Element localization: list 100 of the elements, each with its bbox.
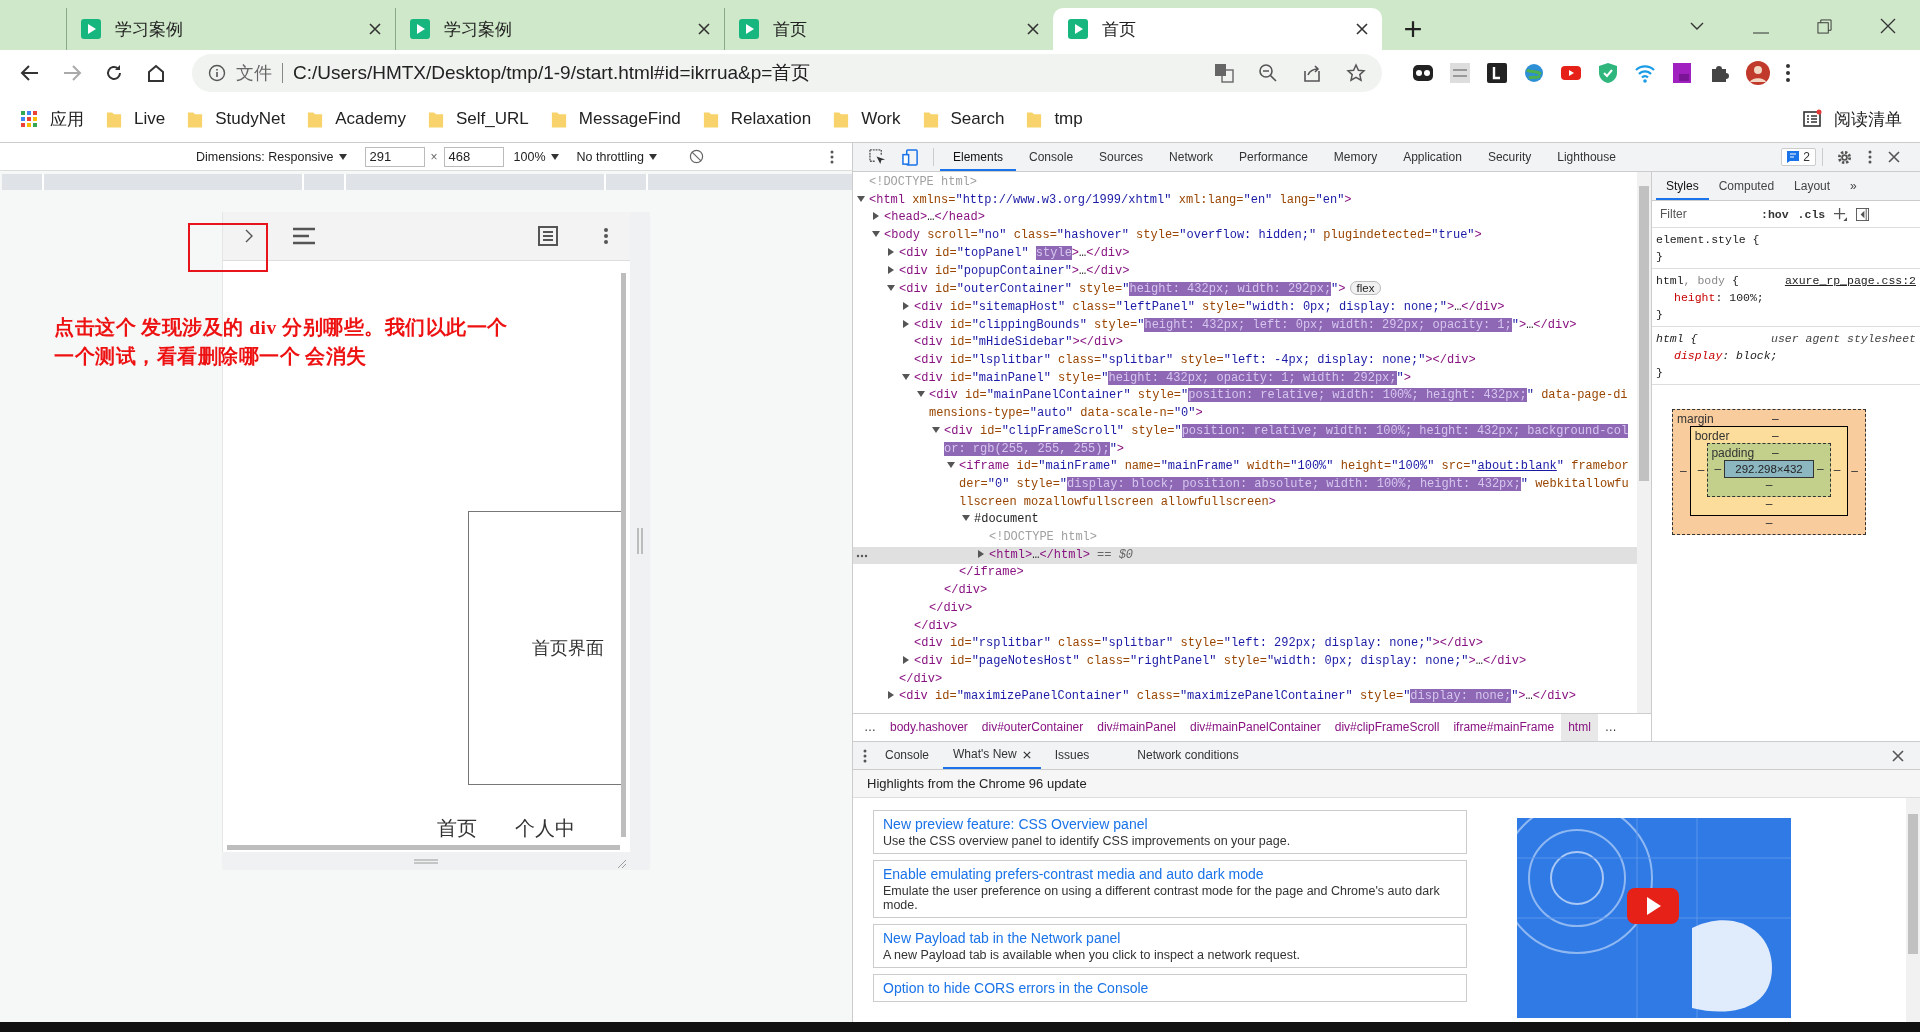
breadcrumb[interactable]: div#mainPanel <box>1090 714 1183 741</box>
expanded-triangle-icon[interactable] <box>947 461 955 470</box>
dom-node-line[interactable]: </iframe> <box>853 564 1637 583</box>
bookmark[interactable]: MessageFind <box>550 109 681 129</box>
resize-handle-icon[interactable] <box>637 528 643 554</box>
close-icon[interactable] <box>1880 18 1896 34</box>
browser-tab[interactable]: 首页 <box>724 8 1053 50</box>
bookmark[interactable]: Live <box>106 109 166 129</box>
dom-node-line[interactable]: <div id="outerContainer" style="height: 432px; width: 292px;"> flex <box>853 280 1637 299</box>
drawer-tab[interactable]: Console <box>875 742 940 769</box>
extension-icon[interactable] <box>1412 62 1434 84</box>
bookmark[interactable]: StudyNet <box>187 109 286 129</box>
breadcrumb-more[interactable]: … <box>1597 714 1624 741</box>
shield-icon[interactable] <box>1597 62 1619 84</box>
dom-node-line[interactable]: <div id="maximizePanelContainer" class="maximizePanelContainer" style="display: none;">…</div> <box>853 688 1637 707</box>
close-icon[interactable] <box>1892 749 1904 762</box>
rotate-icon[interactable] <box>688 149 704 164</box>
dom-node-line[interactable]: <div id="mHideSidebar"></div> <box>853 334 1637 353</box>
css-declaration[interactable]: height: 100%; <box>1656 289 1916 306</box>
close-icon[interactable] <box>698 23 710 35</box>
stylesheet-link[interactable]: axure_rp_page.css:2 <box>1784 272 1916 289</box>
breadcrumb-more[interactable]: … <box>857 714 883 741</box>
dom-node-line[interactable]: <head>…</head> <box>853 209 1637 228</box>
kebab-icon[interactable] <box>1786 64 1790 82</box>
expanded-triangle-icon[interactable] <box>932 425 940 434</box>
breadcrumb[interactable]: body.hashover <box>883 714 975 741</box>
menu-icon[interactable] <box>293 227 315 245</box>
dom-node-line[interactable]: <body scroll="no" class="hashover" style="overflow: hidden;" plugindetected="true"> <box>853 227 1637 245</box>
zoom-out-icon[interactable] <box>1258 63 1278 83</box>
drawer-tab[interactable]: Issues <box>1044 742 1100 769</box>
devtools-tab[interactable]: Console <box>1016 143 1087 171</box>
zoom-dropdown[interactable]: 100% <box>513 149 559 164</box>
css-declaration[interactable]: display: block; <box>1656 347 1916 364</box>
bookmark[interactable]: Academy <box>307 109 406 129</box>
bookmark[interactable]: Search <box>922 109 1005 129</box>
device-toggle-icon[interactable] <box>902 148 919 166</box>
sidebar-toggle-icon[interactable] <box>1856 207 1870 221</box>
dom-node-line[interactable]: </div> <box>853 617 1637 636</box>
breadcrumb[interactable]: html <box>1561 714 1598 741</box>
collapsed-triangle-icon[interactable] <box>902 319 910 328</box>
scrollbar[interactable] <box>1906 798 1920 1022</box>
plus-icon[interactable] <box>1834 207 1848 221</box>
bookmark[interactable]: Work <box>833 109 901 129</box>
devtools-tab[interactable]: Network <box>1156 143 1227 171</box>
width-field[interactable]: 291 <box>364 146 425 167</box>
dom-node-line[interactable]: </div> <box>853 599 1637 618</box>
nav-link[interactable]: 个人中 <box>515 815 575 842</box>
kebab-icon[interactable] <box>863 748 867 763</box>
scrollbar[interactable] <box>621 273 626 837</box>
reload-icon[interactable] <box>104 63 124 83</box>
collapsed-triangle-icon[interactable] <box>902 301 910 310</box>
bookmark[interactable]: Relaxation <box>702 109 812 129</box>
feature-link[interactable]: Enable emulating prefers-contrast media and auto dark mode <box>883 866 1457 882</box>
close-icon[interactable] <box>1027 23 1039 35</box>
kebab-icon[interactable] <box>604 228 608 244</box>
close-icon[interactable] <box>1888 151 1900 163</box>
hover-state-button[interactable]: :hov <box>1761 207 1789 221</box>
collapsed-triangle-icon[interactable] <box>887 265 895 274</box>
feature-link[interactable]: Option to hide CORS errors in the Console <box>883 980 1457 996</box>
breadcrumb[interactable]: iframe#mainFrame <box>1446 714 1562 741</box>
chevron-right-icon[interactable] <box>245 229 253 243</box>
bookmark[interactable]: 应用 <box>20 107 84 131</box>
breadcrumb[interactable]: div#clipFrameScroll <box>1327 714 1447 741</box>
document-icon[interactable] <box>538 226 558 246</box>
dom-node-line[interactable]: <div id="mainPanel" style="height: 432px; opacity: 1; width: 292px;"> <box>853 369 1637 388</box>
close-icon[interactable] <box>1356 23 1368 35</box>
kebab-icon[interactable] <box>1868 150 1872 164</box>
styles-tab[interactable]: Layout <box>1784 172 1841 200</box>
extension-icon[interactable] <box>1671 62 1693 84</box>
inspect-icon[interactable] <box>869 148 886 166</box>
devtools-tab[interactable]: Application <box>1390 143 1475 171</box>
close-icon[interactable] <box>1022 750 1031 759</box>
dimensions-dropdown[interactable]: Dimensions: Responsive <box>196 149 347 164</box>
browser-tab[interactable]: 首页 <box>1053 8 1382 50</box>
scrollbar[interactable] <box>227 845 620 850</box>
kebab-icon[interactable] <box>830 149 834 164</box>
address-bar[interactable]: 文件 C:/Users/HMTX/Desktop/tmp/1-9/start.html#id=ikrrua&p=首页 <box>192 54 1382 92</box>
browser-tab[interactable]: 学习案例 <box>395 8 724 50</box>
throttling-dropdown[interactable]: No throttling <box>576 149 657 164</box>
dom-node-line[interactable]: <div id="clippingBounds" style="height: 432px; left: 0px; width: 292px; opacity: 1;">…</div> <box>853 316 1637 335</box>
nav-link[interactable]: 首页 <box>437 815 477 842</box>
expanded-triangle-icon[interactable] <box>872 230 880 239</box>
translate-icon[interactable] <box>1214 63 1234 83</box>
collapsed-triangle-icon[interactable] <box>977 549 985 558</box>
browser-tab[interactable]: 学习案例 <box>66 8 395 50</box>
devtools-tab[interactable]: Performance <box>1226 143 1321 171</box>
dom-node-line[interactable]: <div id="mainPanelContainer" style="position: relative; width: 100%; height: 432px;" data-page-dimensions-type="auto" data-scale-n="0"> <box>853 387 1637 423</box>
feature-link[interactable]: New Payload tab in the Network panel <box>883 930 1457 946</box>
collapsed-triangle-icon[interactable] <box>872 212 880 221</box>
expanded-triangle-icon[interactable] <box>902 372 910 381</box>
drawer-tab[interactable]: Network conditions <box>1127 742 1249 769</box>
expanded-triangle-icon[interactable] <box>887 284 895 293</box>
bookmark[interactable]: tmp <box>1026 109 1083 129</box>
star-icon[interactable] <box>1346 63 1366 83</box>
avatar-icon[interactable] <box>1745 60 1771 86</box>
breadcrumb[interactable]: div#outerContainer <box>974 714 1091 741</box>
devtools-tab[interactable]: Elements <box>940 143 1017 171</box>
dom-node-line[interactable]: <div id="pageNotesHost" class="rightPanel" style="width: 0px; display: none;">…</div> <box>853 653 1637 671</box>
reading-list-button[interactable]: 阅读清单 <box>1802 107 1902 131</box>
url-text[interactable]: C:/Users/HMTX/Desktop/tmp/1-9/start.html#id=ikrrua&p=首页 <box>293 60 811 86</box>
